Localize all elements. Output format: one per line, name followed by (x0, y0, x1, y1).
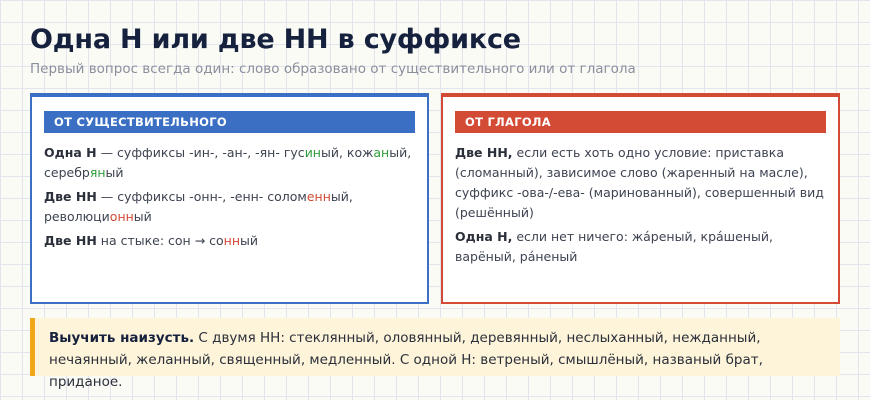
rule-two-n-verb: Две НН, если есть хоть одно условие: при… (455, 143, 826, 223)
page-title: Одна Н или две НН в суффиксе (30, 24, 521, 55)
memorize-note: Выучить наизусть. С двумя НН: стеклянный… (30, 318, 840, 390)
suffix-highlight: ан (373, 145, 390, 160)
suffix-highlight: ин (304, 145, 321, 160)
rule-lead: Две НН (44, 189, 97, 204)
card-header-noun: ОТ СУЩЕСТВИТЕЛЬНОГО (44, 111, 415, 133)
rule-text: — суффиксы -ин-, -ан-, -ян- гус (96, 145, 305, 160)
rule-two-n-junction: Две НН на стыке: сон → сонный (44, 231, 415, 251)
rule-text: ый (240, 233, 259, 248)
rule-text: ый (133, 209, 152, 224)
rule-text: ый (105, 165, 124, 180)
rule-one-n-verb: Одна Н, если нет ничего: жáреный, крáшен… (455, 227, 826, 267)
rule-lead: Две НН (44, 233, 97, 248)
rule-text: ый, кож (320, 145, 374, 160)
rule-text: на стыке: сон → со (96, 233, 224, 248)
card-header-verb: ОТ ГЛАГОЛА (455, 111, 826, 133)
rule-lead: Одна Н (44, 145, 97, 160)
rule-one-n-noun: Одна Н — суффиксы -ин-, -ан-, -ян- гусин… (44, 143, 415, 183)
note-lead: Выучить наизусть. (49, 330, 195, 346)
suffix-highlight: ян (89, 165, 106, 180)
suffix-highlight: нн (223, 233, 241, 248)
rule-two-n-noun: Две НН — суффиксы -онн-, -енн- соломенн ы… (44, 187, 415, 227)
page-subtitle: Первый вопрос всегда один: слово образов… (30, 61, 636, 77)
rule-lead: Одна Н, (455, 229, 513, 244)
card-from-verb: ОТ ГЛАГОЛА Две НН, если есть хоть одно у… (441, 93, 840, 304)
rule-lead: Две НН, (455, 145, 513, 160)
suffix-highlight: онн (109, 209, 134, 224)
card-from-noun: ОТ СУЩЕСТВИТЕЛЬНОГО Одна Н — суффиксы -и… (30, 93, 429, 304)
rule-text: — суффиксы -онн-, -енн- солом (96, 189, 307, 204)
suffix-highlight: енн (306, 189, 331, 204)
